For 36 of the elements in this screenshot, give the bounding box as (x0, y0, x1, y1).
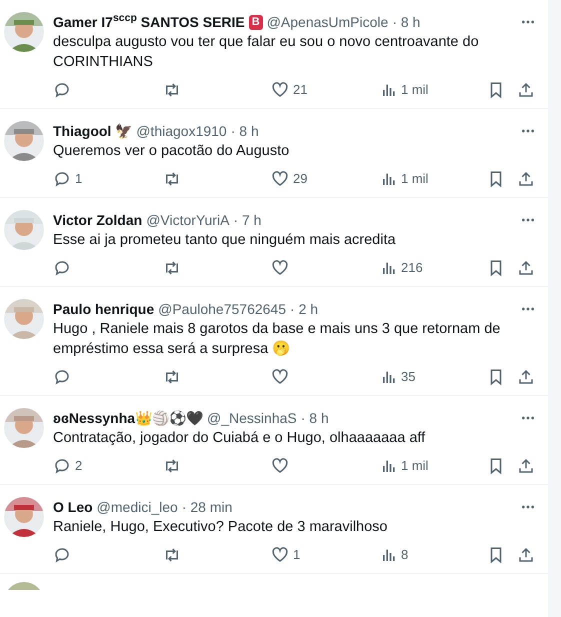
post-text: desculpa augusto vou ter que falar eu sou o novo centroavante do CORINTHIANS (53, 33, 480, 72)
count: 1 mil (401, 81, 428, 100)
post-time[interactable]: · 8 h (230, 120, 259, 142)
post-text: Raniele, Hugo, Executivo? Pacote de 3 maravilhoso (53, 518, 388, 537)
display-name[interactable]: Victor Zoldan (53, 210, 142, 230)
badge: B (248, 14, 263, 30)
post-text: Queremos ver o pacotão do Augusto (53, 142, 290, 161)
user-handle[interactable]: @medici_leo (96, 496, 178, 518)
count: 35 (401, 368, 416, 386)
display-name[interactable]: Thiagool 🦅 (53, 120, 132, 142)
user-handle[interactable]: @ApenasUmPicole (266, 12, 388, 32)
user-handle[interactable]: @thiagox1910 (136, 120, 227, 142)
count: 29 (293, 170, 308, 188)
user-handle[interactable]: @Paulohe75762645 (158, 298, 286, 320)
display-name[interactable]: Paulo henrique (53, 298, 154, 320)
post-time[interactable]: · 28 min (182, 496, 232, 518)
post-text: Hugo , Raniele mais 8 garotos da base e mais uns 3 que retornam de empréstimo essa será a surpresa 🫢 (53, 320, 502, 359)
user-handle[interactable]: @_NessinhaS (207, 408, 297, 428)
count: 1 mil (401, 457, 428, 476)
user-handle[interactable]: @VictorYuriA (146, 210, 230, 230)
count: 8 (401, 546, 408, 564)
display-name[interactable]: O Leo (53, 496, 93, 518)
count: 1 mil (401, 170, 428, 188)
count: 1 (293, 546, 300, 564)
count: 216 (401, 259, 423, 278)
display-name[interactable]: ʚɞNessynha👑🏐⚽🖤 (53, 408, 204, 428)
post-text: Esse ai ja prometeu tanto que ninguém mais acredita (53, 231, 397, 250)
post-time[interactable]: · 8 h (300, 408, 329, 428)
count: 1 (75, 170, 82, 188)
count: 2 (75, 457, 82, 476)
post-time[interactable]: · 8 h (392, 12, 420, 32)
count: 21 (293, 81, 308, 100)
post-text: Contratação, jogador do Cuiabá e o Hugo, olhaaaaaaa aff (53, 429, 426, 448)
post-time[interactable]: · 2 h (290, 298, 318, 320)
display-name[interactable]: Gamer I7$^{sccp}$ SANTOS SERIE (53, 12, 245, 32)
post-time[interactable]: · 7 h (233, 210, 262, 230)
